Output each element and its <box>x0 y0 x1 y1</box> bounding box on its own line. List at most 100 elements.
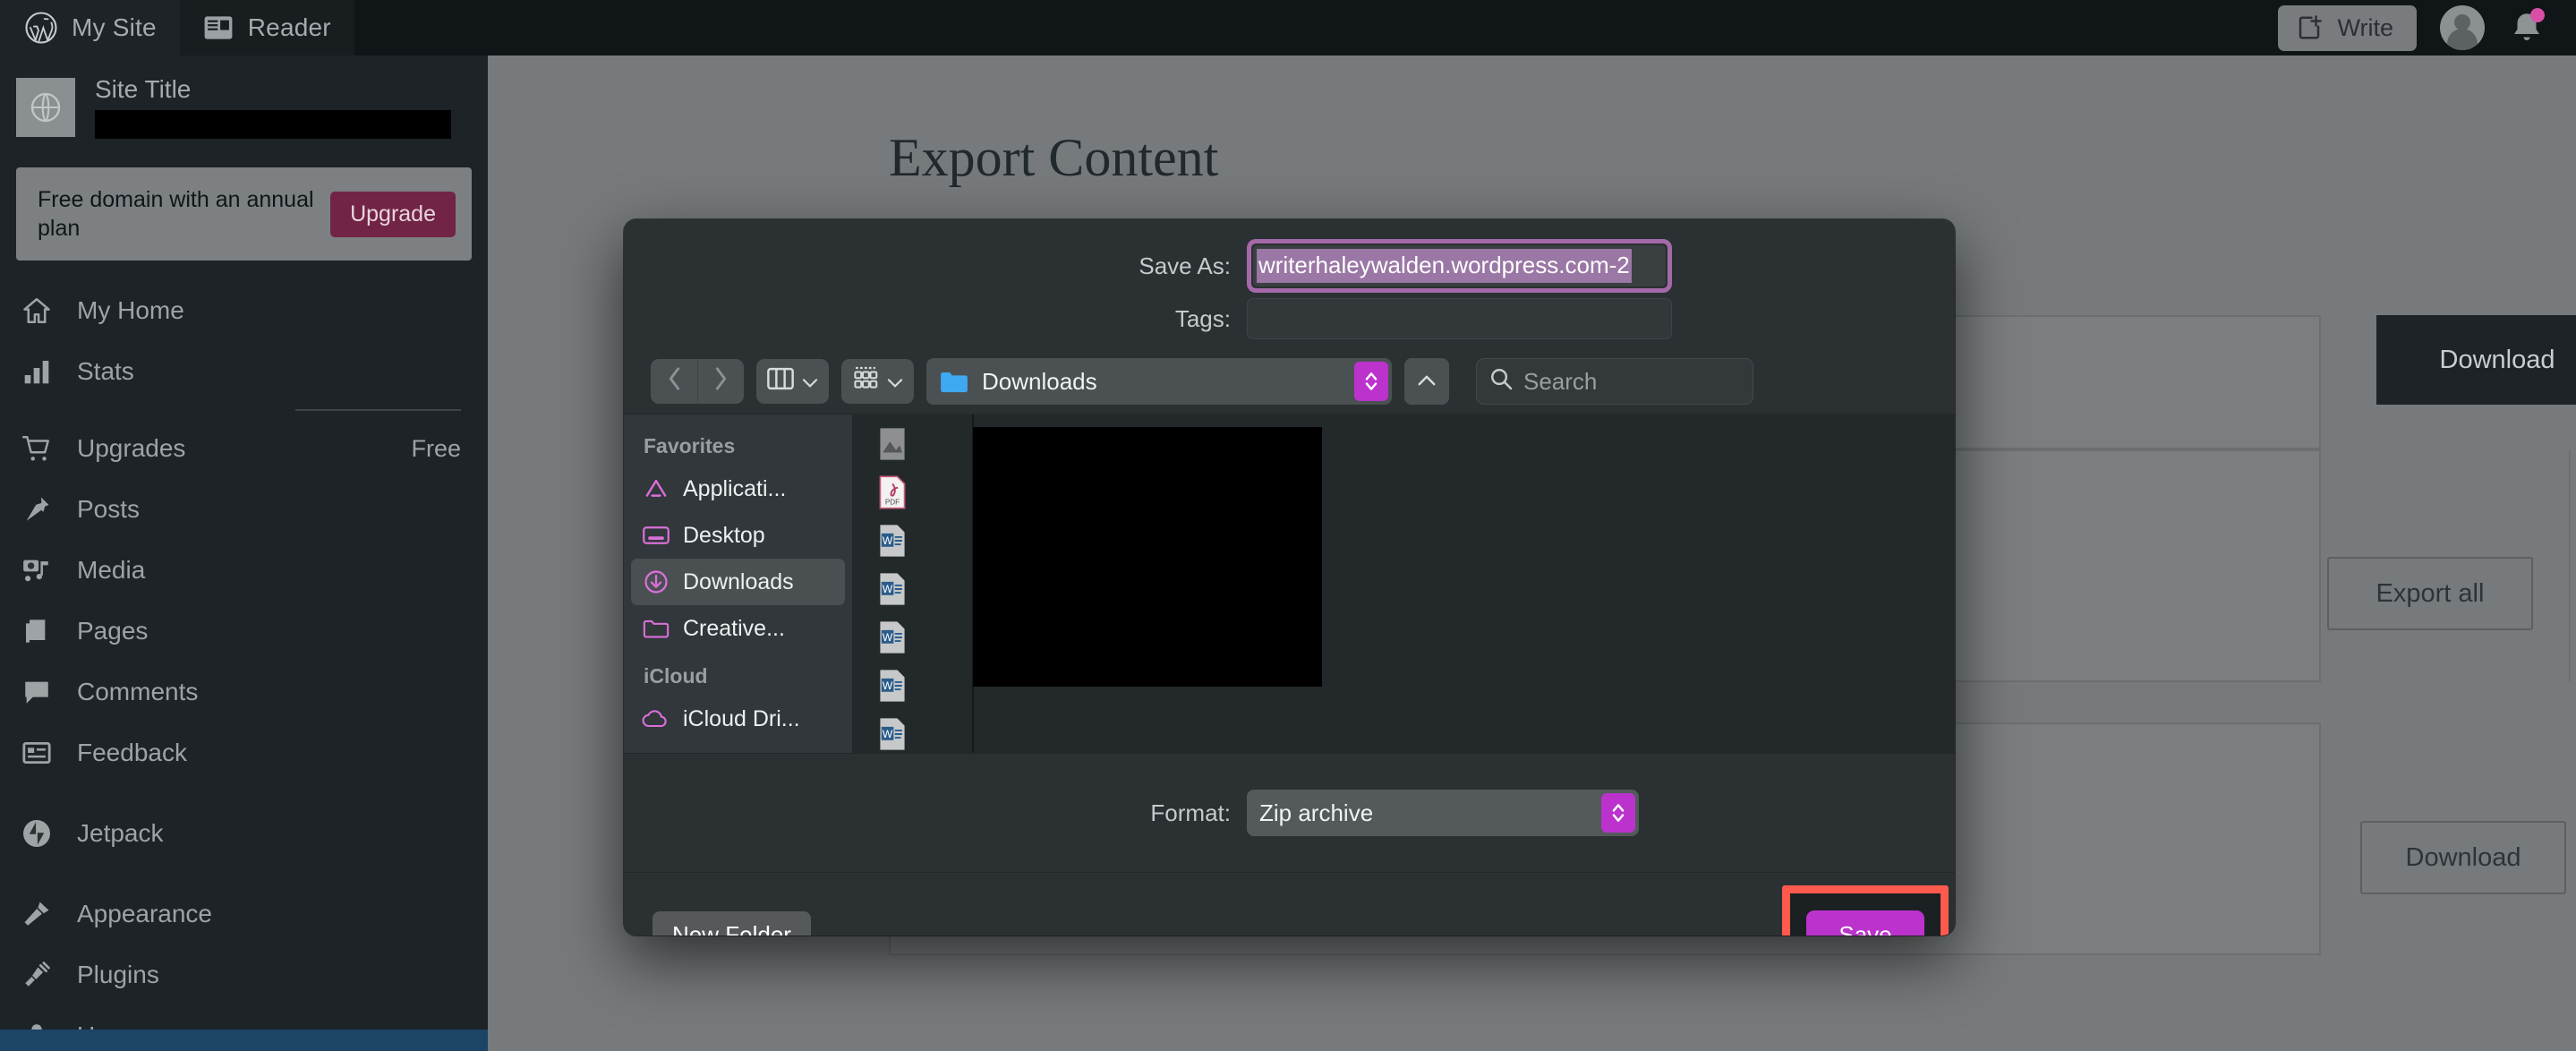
masterbar-reader-label: Reader <box>248 13 331 42</box>
save-file-dialog: Save As: writerhaleywalden.wordpress.com… <box>624 219 1955 936</box>
place-item-desktop[interactable]: Desktop <box>631 512 845 559</box>
svg-text:W: W <box>883 583 893 595</box>
format-select[interactable]: Zip archive <box>1247 790 1639 836</box>
file-list-column[interactable]: PDF W W <box>852 414 973 753</box>
sidebar-item-label: Comments <box>77 678 461 706</box>
reader-icon <box>203 15 234 40</box>
place-item-icloud-desktop[interactable]: Desktop <box>631 742 845 753</box>
up-down-stepper-icon[interactable] <box>1601 793 1635 833</box>
group-by-button[interactable] <box>841 359 914 404</box>
back-button[interactable] <box>651 359 697 404</box>
word-doc-icon: W <box>879 669 906 709</box>
folder-icon <box>939 368 969 395</box>
file-row[interactable] <box>852 427 972 466</box>
save-dialog-footer: New Folder Cancel Save <box>624 872 1955 936</box>
home-icon <box>20 294 54 328</box>
sidebar-item-comments[interactable]: Comments <box>0 662 488 722</box>
bell-notification-icon[interactable] <box>2508 9 2546 47</box>
upgrade-promo-card[interactable]: Free domain with an annual plan Upgrade <box>16 167 472 261</box>
sidebar-item-media[interactable]: Media <box>0 540 488 601</box>
site-title: Site Title <box>95 75 465 104</box>
masterbar: My Site Reader <box>0 0 2576 56</box>
svg-text:W: W <box>883 534 893 547</box>
upgrade-button[interactable]: Upgrade <box>330 192 456 237</box>
svg-text:PDF: PDF <box>885 498 900 506</box>
avatar[interactable] <box>2440 5 2485 50</box>
tags-label: Tags: <box>624 305 1247 333</box>
desktop-icon <box>642 526 670 545</box>
page-title: Export Content <box>889 127 1218 189</box>
sidebar-item-jetpack[interactable]: Jetpack <box>0 803 488 864</box>
sidebar-item-my-home[interactable]: My Home <box>0 280 488 341</box>
sidebar-item-label: Appearance <box>77 900 461 928</box>
word-doc-icon: W <box>879 620 906 661</box>
place-item-applications[interactable]: Applicati... <box>631 466 845 512</box>
pdf-file-icon: PDF <box>879 475 906 516</box>
file-row[interactable]: W <box>852 524 972 563</box>
download-button[interactable]: Download <box>2376 315 2576 405</box>
place-item-label: Desktop <box>683 753 765 754</box>
write-button[interactable]: Write <box>2278 5 2417 51</box>
sidebar-item-upgrades[interactable]: Upgrades Free <box>0 418 488 479</box>
site-switcher[interactable]: Site Title <box>0 56 488 148</box>
file-row[interactable]: W <box>852 620 972 660</box>
save-dialog-toolbar: Downloads <box>624 349 1955 414</box>
up-down-stepper-icon[interactable] <box>1354 362 1388 401</box>
save-as-row: Save As: writerhaleywalden.wordpress.com… <box>624 239 1955 293</box>
plug-icon <box>20 958 54 992</box>
place-item-downloads[interactable]: Downloads <box>631 559 845 605</box>
save-as-input[interactable]: writerhaleywalden.wordpress.com-2 <box>1253 245 1666 286</box>
sidebar-bottom-accent <box>0 1030 488 1051</box>
sidebar-item-feedback[interactable]: Feedback <box>0 722 488 783</box>
sidebar-item-pages[interactable]: Pages <box>0 601 488 662</box>
comment-icon <box>20 675 54 709</box>
chevron-up-icon <box>1417 369 1437 394</box>
place-item-label: iCloud Dri... <box>683 706 800 732</box>
file-row[interactable]: PDF <box>852 475 972 515</box>
current-folder-popup[interactable]: Downloads <box>926 358 1392 405</box>
feedback-icon <box>20 736 54 770</box>
sidebar-item-plugins[interactable]: Plugins <box>0 944 488 1005</box>
forward-button[interactable] <box>697 359 744 404</box>
places-group-header: Favorites <box>624 422 852 466</box>
folder-icon <box>642 618 670 639</box>
format-select-value: Zip archive <box>1259 799 1373 827</box>
sidebar-item-posts[interactable]: Posts <box>0 479 488 540</box>
sidebar-item-label: Upgrades <box>77 434 388 463</box>
place-item-creative[interactable]: Creative... <box>631 605 845 652</box>
sidebar-gap <box>0 864 488 884</box>
download-outline-button[interactable]: Download <box>2360 821 2566 894</box>
expand-row-toggle[interactable] <box>2569 449 2576 682</box>
sidebar-item-appearance[interactable]: Appearance <box>0 884 488 944</box>
file-row[interactable]: W <box>852 669 972 708</box>
file-row[interactable]: W <box>852 717 972 756</box>
new-folder-button[interactable]: New Folder <box>653 911 811 936</box>
search-icon <box>1489 367 1513 397</box>
save-button[interactable]: Save <box>1806 910 1924 936</box>
sidebar-item-badge: Free <box>411 435 461 463</box>
back-forward-segment <box>651 359 744 404</box>
sidebar-divider <box>295 409 461 411</box>
sidebar-item-label: Feedback <box>77 739 461 767</box>
word-doc-icon: W <box>879 717 906 757</box>
file-row[interactable]: W <box>852 572 972 611</box>
masterbar-reader[interactable]: Reader <box>180 0 354 56</box>
go-up-button[interactable] <box>1404 358 1449 405</box>
tags-input[interactable] <box>1247 298 1672 339</box>
sidebar-item-stats[interactable]: Stats <box>0 341 488 402</box>
place-item-icloud-drive[interactable]: iCloud Dri... <box>631 696 845 742</box>
place-item-label: Desktop <box>683 523 765 549</box>
tags-row: Tags: <box>624 298 1955 339</box>
search-input[interactable]: Search <box>1476 358 1753 405</box>
filenames-redacted <box>973 427 1322 687</box>
place-item-label: Creative... <box>683 616 785 642</box>
column-view-button[interactable] <box>756 359 829 404</box>
chevron-down-icon <box>887 368 903 396</box>
masterbar-my-site[interactable]: My Site <box>0 0 180 56</box>
save-button-highlight-annotation: Save <box>1782 885 1949 936</box>
sidebar-item-label: Posts <box>77 495 461 524</box>
export-all-button[interactable]: Export all <box>2327 557 2533 630</box>
sidebar-item-label: My Home <box>77 296 461 325</box>
pin-icon <box>20 492 54 526</box>
image-thumbnail-icon <box>879 427 906 467</box>
